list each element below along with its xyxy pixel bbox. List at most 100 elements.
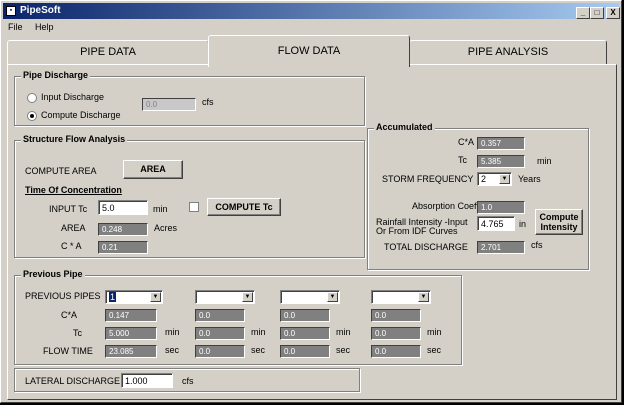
structure-flow-title: Structure Flow Analysis bbox=[21, 134, 128, 144]
lateral-discharge-field[interactable] bbox=[121, 373, 173, 388]
compute-intensity-line-2: Intensity bbox=[540, 222, 578, 232]
total-discharge-unit: cfs bbox=[531, 240, 543, 250]
accumulated-title: Accumulated bbox=[374, 122, 435, 132]
input-tc-label: INPUT Tc bbox=[49, 204, 88, 214]
chevron-down-icon[interactable]: ▼ bbox=[150, 292, 161, 302]
previous-pipe-select-4[interactable]: ▼ bbox=[371, 290, 431, 304]
tab-flow-data[interactable]: FLOW DATA bbox=[208, 35, 410, 67]
acc-tc-unit: min bbox=[537, 156, 552, 166]
acc-tc-field: 5.385 bbox=[477, 155, 525, 168]
storm-frequency-value: 2 bbox=[481, 174, 487, 184]
total-discharge-field: 2.701 bbox=[477, 241, 525, 254]
rainfall-intensity-label-2: Or From IDF Curves bbox=[376, 226, 458, 236]
chevron-down-icon[interactable]: ▼ bbox=[242, 292, 253, 302]
previous-pipe-select-3[interactable]: ▼ bbox=[280, 290, 340, 304]
compute-tc-checkbox[interactable] bbox=[189, 202, 199, 212]
prev-flow-unit-3: sec bbox=[336, 345, 351, 355]
prev-flow-unit-4: sec bbox=[427, 345, 442, 355]
title-bar: ▪ PipeSoft _ □ X bbox=[3, 3, 620, 19]
prev-ca-field-2: 0.0 bbox=[195, 309, 245, 322]
prev-tc-field-1: 5.000 bbox=[105, 327, 157, 340]
structure-flow-group: Structure Flow Analysis COMPUTE AREA ARE… bbox=[14, 134, 365, 258]
prev-tc-unit-3: min bbox=[336, 327, 351, 337]
input-tc-field[interactable] bbox=[98, 200, 148, 215]
storm-frequency-unit: Years bbox=[518, 174, 541, 184]
rainfall-intensity-field[interactable] bbox=[477, 216, 515, 231]
menu-help[interactable]: Help bbox=[30, 20, 59, 34]
maximize-button[interactable]: □ bbox=[590, 7, 604, 19]
pipe-discharge-title: Pipe Discharge bbox=[21, 70, 91, 80]
input-discharge-label: Input Discharge bbox=[41, 92, 105, 102]
storm-frequency-label: STORM FREQUENCY bbox=[382, 174, 474, 184]
app-icon: ▪ bbox=[6, 6, 16, 16]
compute-discharge-label: Compute Discharge bbox=[41, 110, 121, 120]
input-tc-unit: min bbox=[153, 204, 168, 214]
flow-data-panel: Pipe Discharge Input Discharge Compute D… bbox=[7, 64, 617, 400]
area-unit: Acres bbox=[154, 223, 178, 233]
lateral-discharge-unit: cfs bbox=[182, 376, 194, 386]
acc-ca-label: C*A bbox=[458, 137, 475, 147]
prev-tc-field-4: 0.0 bbox=[371, 327, 421, 340]
discharge-unit: cfs bbox=[202, 97, 214, 107]
storm-frequency-select[interactable]: 2 ▼ bbox=[477, 172, 512, 186]
acc-ca-field: 0.357 bbox=[477, 137, 525, 150]
tab-strip: PIPE DATA FLOW DATA PIPE ANALYSIS bbox=[7, 35, 617, 67]
area-button[interactable]: AREA bbox=[123, 160, 183, 179]
previous-pipes-label: PREVIOUS PIPES bbox=[25, 291, 101, 301]
menu-file[interactable]: File bbox=[3, 20, 28, 34]
accumulated-group: Accumulated C*A 0.357 Tc 5.385 min STORM… bbox=[367, 122, 589, 270]
compute-area-label: COMPUTE AREA bbox=[25, 166, 97, 176]
pipe-discharge-group: Pipe Discharge Input Discharge Compute D… bbox=[14, 70, 365, 126]
ca-value-field: 0.21 bbox=[98, 241, 148, 254]
total-discharge-label: TOTAL DISCHARGE bbox=[384, 242, 468, 252]
prev-flow-field-2: 0.0 bbox=[195, 345, 245, 358]
absorption-coeff-field: 1.0 bbox=[477, 201, 525, 214]
prev-tc-unit-2: min bbox=[251, 327, 266, 337]
tab-pipe-analysis[interactable]: PIPE ANALYSIS bbox=[409, 40, 607, 64]
prev-flow-field-4: 0.0 bbox=[371, 345, 421, 358]
prev-flow-field-1: 23.085 bbox=[105, 345, 157, 358]
previous-pipe-value-1: 1 bbox=[109, 292, 117, 302]
area-value-field: 0.248 bbox=[98, 223, 148, 236]
tab-pipe-data[interactable]: PIPE DATA bbox=[7, 40, 209, 64]
minimize-button[interactable]: _ bbox=[576, 7, 590, 19]
compute-intensity-line-1: Compute bbox=[539, 212, 579, 222]
app-window: ▪ PipeSoft _ □ X File Help PIPE DATA FLO… bbox=[0, 0, 622, 403]
prev-flow-unit-1: sec bbox=[165, 345, 180, 355]
prev-tc-field-2: 0.0 bbox=[195, 327, 245, 340]
lateral-discharge-group: LATERAL DISCHARGE cfs bbox=[14, 368, 360, 392]
rainfall-intensity-unit: in bbox=[519, 219, 527, 229]
acc-tc-label: Tc bbox=[458, 155, 467, 165]
prev-flow-time-label: FLOW TIME bbox=[43, 346, 93, 356]
compute-tc-button[interactable]: COMPUTE Tc bbox=[207, 198, 281, 216]
prev-tc-unit-1: min bbox=[165, 327, 180, 337]
compute-intensity-button[interactable]: Compute Intensity bbox=[535, 209, 583, 235]
menu-bar: File Help bbox=[3, 20, 619, 34]
chevron-down-icon[interactable]: ▼ bbox=[327, 292, 338, 302]
prev-ca-field-3: 0.0 bbox=[280, 309, 330, 322]
prev-flow-field-3: 0.0 bbox=[280, 345, 330, 358]
previous-pipe-select-2[interactable]: ▼ bbox=[195, 290, 255, 304]
prev-ca-label: C*A bbox=[61, 310, 78, 320]
prev-tc-field-3: 0.0 bbox=[280, 327, 330, 340]
previous-pipe-select-1[interactable]: 1 ▼ bbox=[105, 290, 163, 304]
compute-discharge-radio[interactable] bbox=[27, 111, 37, 121]
close-button[interactable]: X bbox=[606, 7, 620, 19]
previous-pipe-title: Previous Pipe bbox=[21, 269, 85, 279]
prev-tc-label: Tc bbox=[73, 328, 82, 338]
previous-pipe-group: Previous Pipe PREVIOUS PIPES C*A Tc FLOW… bbox=[14, 269, 462, 365]
chevron-down-icon[interactable]: ▼ bbox=[418, 292, 429, 302]
toc-label: Time Of Concentration bbox=[25, 185, 122, 195]
ca-label: C * A bbox=[61, 241, 82, 251]
prev-flow-unit-2: sec bbox=[251, 345, 266, 355]
lateral-discharge-label: LATERAL DISCHARGE bbox=[25, 376, 121, 386]
prev-ca-field-1: 0.147 bbox=[105, 309, 157, 322]
chevron-down-icon[interactable]: ▼ bbox=[499, 174, 510, 184]
absorption-coeff-label: Absorption Coeff bbox=[412, 201, 479, 211]
window-title: PipeSoft bbox=[20, 5, 61, 16]
prev-tc-unit-4: min bbox=[427, 327, 442, 337]
prev-ca-field-4: 0.0 bbox=[371, 309, 421, 322]
area-label: AREA bbox=[61, 223, 86, 233]
discharge-value-field: 0.0 bbox=[142, 98, 196, 111]
input-discharge-radio[interactable] bbox=[27, 93, 37, 103]
